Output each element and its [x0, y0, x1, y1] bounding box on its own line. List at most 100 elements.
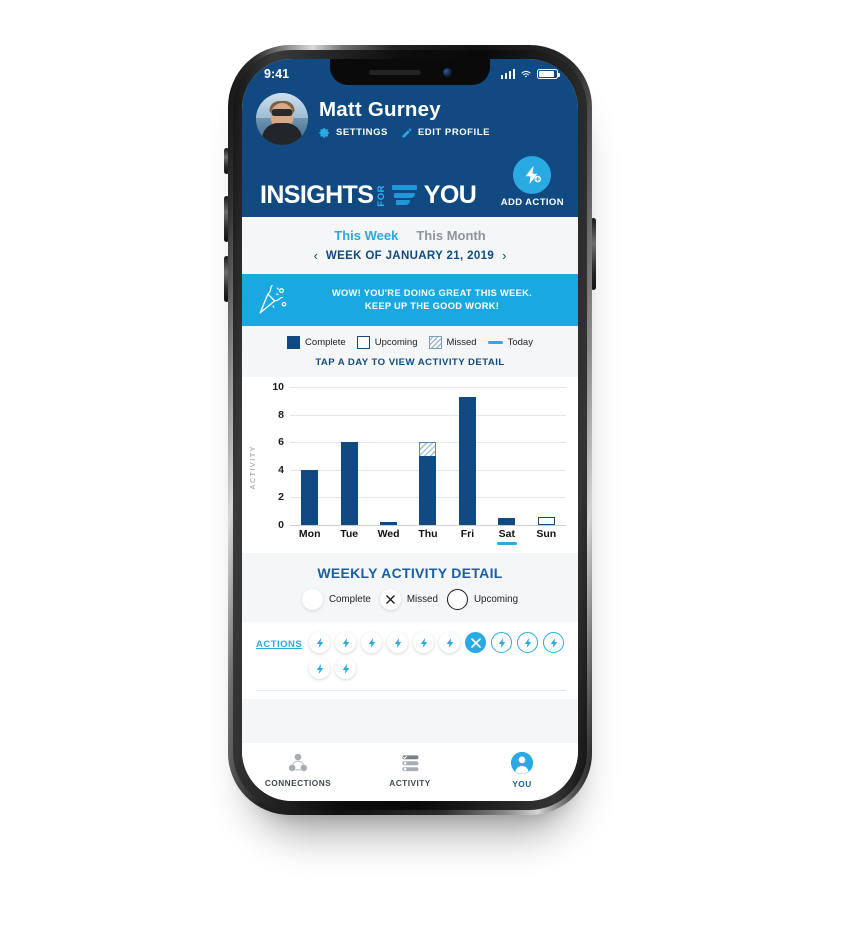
period-tabs: This Week This Month	[242, 217, 578, 249]
week-label: WEEK OF JANUARY 21, 2019	[325, 249, 495, 262]
chart-bar[interactable]	[527, 387, 566, 525]
edit-profile-button[interactable]: EDIT PROFILE	[401, 127, 490, 139]
battery-icon	[537, 69, 560, 79]
bar-segment-complete	[458, 396, 476, 525]
bar-segment-complete	[498, 518, 516, 525]
chart-y-tick: 0	[278, 519, 284, 531]
person-icon	[510, 751, 534, 775]
x-icon	[379, 589, 401, 610]
logo-insights: INSIGHTS	[260, 181, 374, 209]
legend-item-complete: Complete	[287, 336, 346, 349]
action-chip-done[interactable]	[361, 632, 383, 653]
chart-x-label[interactable]: Mon	[290, 525, 329, 547]
action-chip-upcoming[interactable]	[543, 632, 565, 653]
tab-this-week[interactable]: This Week	[334, 228, 398, 243]
activity-list-icon	[402, 755, 419, 772]
logo-row: INSIGHTS FOR YOU ADD ACTION	[256, 156, 564, 208]
chart-x-label[interactable]: Sun	[527, 525, 566, 547]
outline-circle-icon	[446, 589, 468, 610]
bar-segment-complete	[301, 469, 319, 525]
actions-grid	[309, 632, 566, 679]
chart-y-axis-label: ACTIVITY	[250, 444, 257, 490]
chart-bar[interactable]	[487, 387, 526, 525]
legend-item-missed: Missed	[428, 336, 477, 349]
encouragement-banner: WOW! YOU'RE DOING GREAT THIS WEEK. KEEP …	[242, 274, 578, 326]
detail-legend-missed: Missed	[379, 589, 438, 610]
nav-item-you[interactable]: YOU	[466, 751, 578, 789]
chart-x-label[interactable]: Thu	[408, 525, 447, 547]
banner-line-2: KEEP UP THE GOOD WORK!	[364, 301, 500, 311]
legend-swatch-upcoming	[356, 336, 370, 349]
bar-segment-complete	[419, 456, 437, 525]
phone-frame: 9:41 Matt Gurney SETTINGS EDIT PROFILE I…	[228, 45, 592, 815]
action-chip-missed[interactable]	[465, 632, 487, 653]
chart-plot: 0 2 4 6 8 10 Mon Tue Wed Thu Fri Sat Sun	[264, 381, 566, 547]
nav-label-connections: CONNECTIONS	[264, 778, 332, 788]
logo-for: FOR	[376, 184, 388, 207]
action-chip-done[interactable]	[439, 632, 461, 653]
chart-bars	[290, 387, 566, 525]
actions-link[interactable]: ACTIONS	[256, 632, 302, 650]
legend-label-complete: Complete	[305, 337, 346, 348]
legend-swatch-today	[487, 341, 503, 344]
tab-this-month[interactable]: This Month	[416, 228, 485, 243]
add-action-label: ADD ACTION	[500, 197, 564, 208]
chevron-right-icon[interactable]: ›	[502, 249, 506, 262]
action-chip-upcoming[interactable]	[491, 632, 513, 653]
notch	[330, 59, 490, 85]
legend-label-today: Today	[507, 337, 533, 348]
avatar[interactable]	[256, 93, 308, 145]
chart-y-tick: 8	[278, 408, 284, 421]
chart-x-label[interactable]: Fri	[448, 525, 487, 547]
actions-section: ACTIONS	[242, 622, 578, 699]
chart-bar[interactable]	[408, 387, 447, 525]
chart-y-tick: 6	[278, 436, 284, 449]
action-chip-done[interactable]	[309, 632, 331, 653]
chart-x-label[interactable]: Wed	[369, 525, 408, 547]
detail-label-missed: Missed	[406, 594, 438, 605]
action-chip-done[interactable]	[335, 632, 357, 653]
wing-mark-icon	[391, 184, 417, 206]
tap-hint: TAP A DAY TO VIEW ACTIVITY DETAIL	[315, 357, 505, 368]
status-time: 9:41	[264, 67, 290, 81]
nav-item-activity[interactable]: ACTIVITY	[354, 752, 466, 788]
chart-bar[interactable]	[448, 387, 487, 525]
gear-icon	[319, 127, 330, 138]
nav-label-activity: ACTIVITY	[389, 778, 431, 788]
chart-y-tick: 2	[278, 491, 284, 504]
party-popper-icon	[259, 284, 287, 314]
action-chip-done[interactable]	[335, 658, 357, 679]
bar-segment-complete	[340, 442, 358, 525]
add-action-button[interactable]: ADD ACTION	[501, 156, 564, 208]
profile-header: Matt Gurney SETTINGS EDIT PROFILE INSIGH…	[242, 89, 578, 217]
chart-bar[interactable]	[290, 387, 329, 525]
weekly-detail-legend: Complete Missed Upcoming	[242, 589, 578, 610]
status-icons	[500, 68, 560, 80]
bottom-nav: CONNECTIONS ACTIVITY YOU	[242, 743, 578, 801]
settings-button[interactable]: SETTINGS	[319, 127, 388, 139]
edit-profile-label: EDIT PROFILE	[417, 127, 490, 139]
chart-bar[interactable]	[369, 387, 408, 525]
chart-legend: Complete Upcoming Missed Today	[242, 336, 578, 349]
banner-text: WOW! YOU'RE DOING GREAT THIS WEEK. KEEP …	[300, 287, 564, 312]
action-chip-done[interactable]	[413, 632, 435, 653]
chart-bar[interactable]	[329, 387, 368, 525]
bolt-plus-icon	[513, 156, 552, 194]
profile-actions: SETTINGS EDIT PROFILE	[319, 127, 490, 139]
chart-x-labels: Mon Tue Wed Thu Fri Sat Sun	[290, 525, 566, 547]
chart-x-label[interactable]: Sat	[487, 525, 526, 547]
chevron-left-icon[interactable]: ‹	[314, 249, 318, 262]
chart-x-label[interactable]: Tue	[329, 525, 368, 547]
action-chip-done[interactable]	[387, 632, 409, 653]
profile-row: Matt Gurney SETTINGS EDIT PROFILE	[256, 93, 564, 145]
action-chip-done[interactable]	[309, 658, 331, 679]
pencil-icon	[402, 128, 412, 138]
nav-item-connections[interactable]: CONNECTIONS	[242, 752, 354, 788]
nav-label-you: YOU	[512, 779, 532, 789]
action-chip-upcoming[interactable]	[517, 632, 539, 653]
banner-line-1: WOW! YOU'RE DOING GREAT THIS WEEK.	[331, 288, 533, 299]
screenshot-canvas: 9:41 Matt Gurney SETTINGS EDIT PROFILE I…	[0, 0, 860, 935]
weekly-detail-title: WEEKLY ACTIVITY DETAIL	[317, 565, 503, 581]
phone-bezel: 9:41 Matt Gurney SETTINGS EDIT PROFILE I…	[233, 50, 587, 810]
activity-chart: ACTIVITY 0 2 4 6 8 10 Mon Tue Wed Thu Fri Sat Sun	[242, 377, 578, 553]
